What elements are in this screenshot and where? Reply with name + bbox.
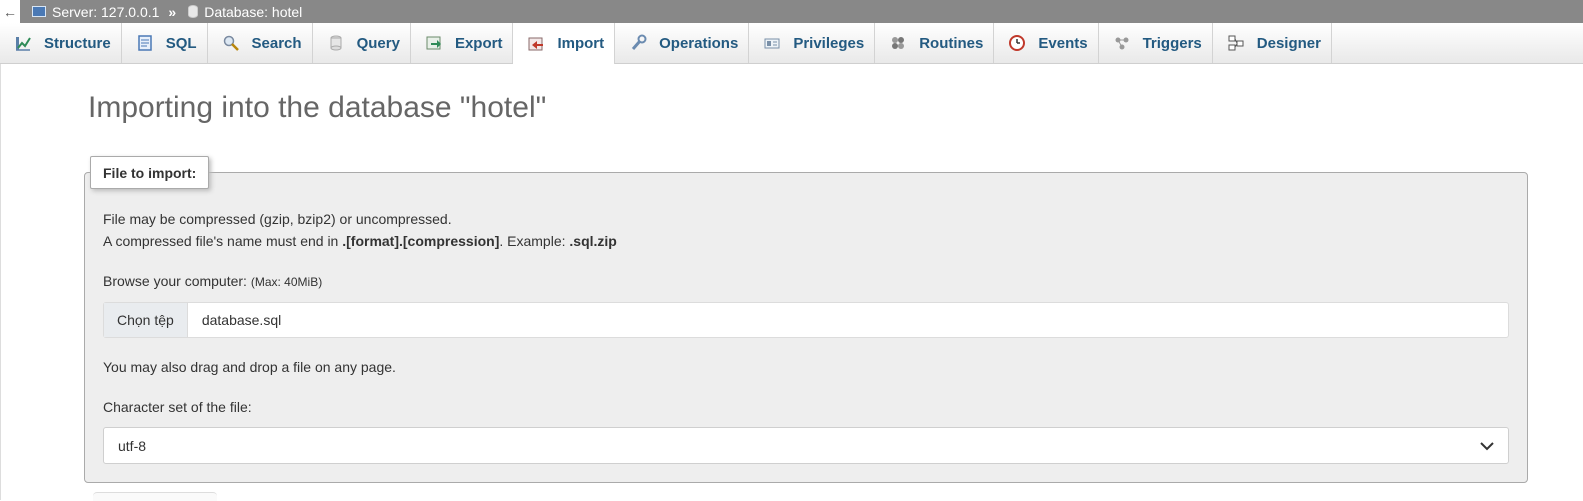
max-upload-size: (Max: 40MiB) xyxy=(250,275,323,289)
tab-events[interactable]: Events xyxy=(994,23,1099,63)
tab-import[interactable]: Import xyxy=(513,23,616,64)
sql-icon xyxy=(136,34,154,52)
designer-icon xyxy=(1227,34,1245,52)
tab-search[interactable]: Search xyxy=(208,23,313,63)
browse-label: Browse your computer: xyxy=(103,273,251,289)
page-title: Importing into the database "hotel" xyxy=(88,91,547,124)
tab-label: Operations xyxy=(659,34,739,52)
tab-export[interactable]: Export xyxy=(411,23,514,63)
charset-label: Character set of the file: xyxy=(103,399,252,415)
breadcrumb-separator: » xyxy=(168,3,177,20)
breadcrumb-database[interactable]: Database: hotel xyxy=(188,4,302,20)
charset-select[interactable]: utf-8 xyxy=(103,427,1509,464)
breadcrumb-bar: ← Server: 127.0.0.1 » Database: hotel xyxy=(0,0,1583,23)
tab-label: Export xyxy=(454,34,503,52)
tab-label: Privileges xyxy=(793,34,865,52)
charset-selected-value: utf-8 xyxy=(118,437,147,454)
wrench-icon xyxy=(629,34,647,52)
tab-operations[interactable]: Operations xyxy=(615,23,750,63)
tab-triggers[interactable]: Triggers xyxy=(1099,23,1213,63)
query-icon xyxy=(327,34,345,52)
content-left-border xyxy=(0,64,1,500)
example-extension: .sql.zip xyxy=(569,233,617,249)
back-arrow-icon[interactable]: ← xyxy=(0,0,20,23)
server-icon xyxy=(32,6,46,17)
compression-info-line2: A compressed file's name must end in .[f… xyxy=(103,233,617,249)
chevron-down-icon xyxy=(1480,438,1494,454)
tab-privileges[interactable]: Privileges xyxy=(749,23,876,63)
tab-label: Query xyxy=(356,34,400,52)
compression-info-text: A compressed file's name must end in xyxy=(103,233,343,249)
triggers-icon xyxy=(1113,34,1131,52)
selected-file-name: database.sql xyxy=(201,312,282,328)
tab-label: Triggers xyxy=(1142,34,1202,52)
tab-label: Designer xyxy=(1256,34,1321,52)
breadcrumb-server[interactable]: Server: 127.0.0.1 xyxy=(32,4,159,20)
browse-label-row: Browse your computer: (Max: 40MiB) xyxy=(103,273,322,289)
tab-structure[interactable]: Structure xyxy=(0,23,122,63)
tab-query[interactable]: Query xyxy=(313,23,411,63)
export-icon xyxy=(425,34,443,52)
tab-sql[interactable]: SQL xyxy=(122,23,208,63)
file-input[interactable]: Chọn tệp database.sql xyxy=(103,302,1509,338)
tab-label: Import xyxy=(557,35,605,52)
database-icon xyxy=(188,5,199,18)
tab-label: Events xyxy=(1038,34,1088,52)
tab-designer[interactable]: Designer xyxy=(1213,23,1332,63)
fieldset-legend: File to import: xyxy=(90,156,210,189)
example-prefix: . Example: xyxy=(499,233,570,249)
tab-label: Structure xyxy=(44,34,111,52)
tab-label: Routines xyxy=(919,34,984,52)
clock-icon xyxy=(1008,34,1026,52)
structure-icon xyxy=(14,34,32,52)
drag-drop-hint: You may also drag and drop a file on any… xyxy=(103,359,396,375)
routines-icon xyxy=(889,34,907,52)
import-icon xyxy=(527,35,545,53)
breadcrumb-database-label[interactable]: Database: hotel xyxy=(204,4,302,20)
privileges-icon xyxy=(763,34,781,52)
compression-info-line1: File may be compressed (gzip, bzip2) or … xyxy=(103,211,452,227)
tab-routines[interactable]: Routines xyxy=(875,23,995,63)
tab-label: Search xyxy=(251,34,302,52)
top-tab-bar: Structure SQL Search Query Export Import xyxy=(0,23,1583,64)
tab-label: SQL xyxy=(165,34,197,52)
breadcrumb-server-label[interactable]: Server: 127.0.0.1 xyxy=(52,4,159,20)
search-icon xyxy=(222,34,240,52)
choose-file-button[interactable]: Chọn tệp xyxy=(104,303,188,337)
format-pattern: .[format].[compression] xyxy=(342,233,500,249)
